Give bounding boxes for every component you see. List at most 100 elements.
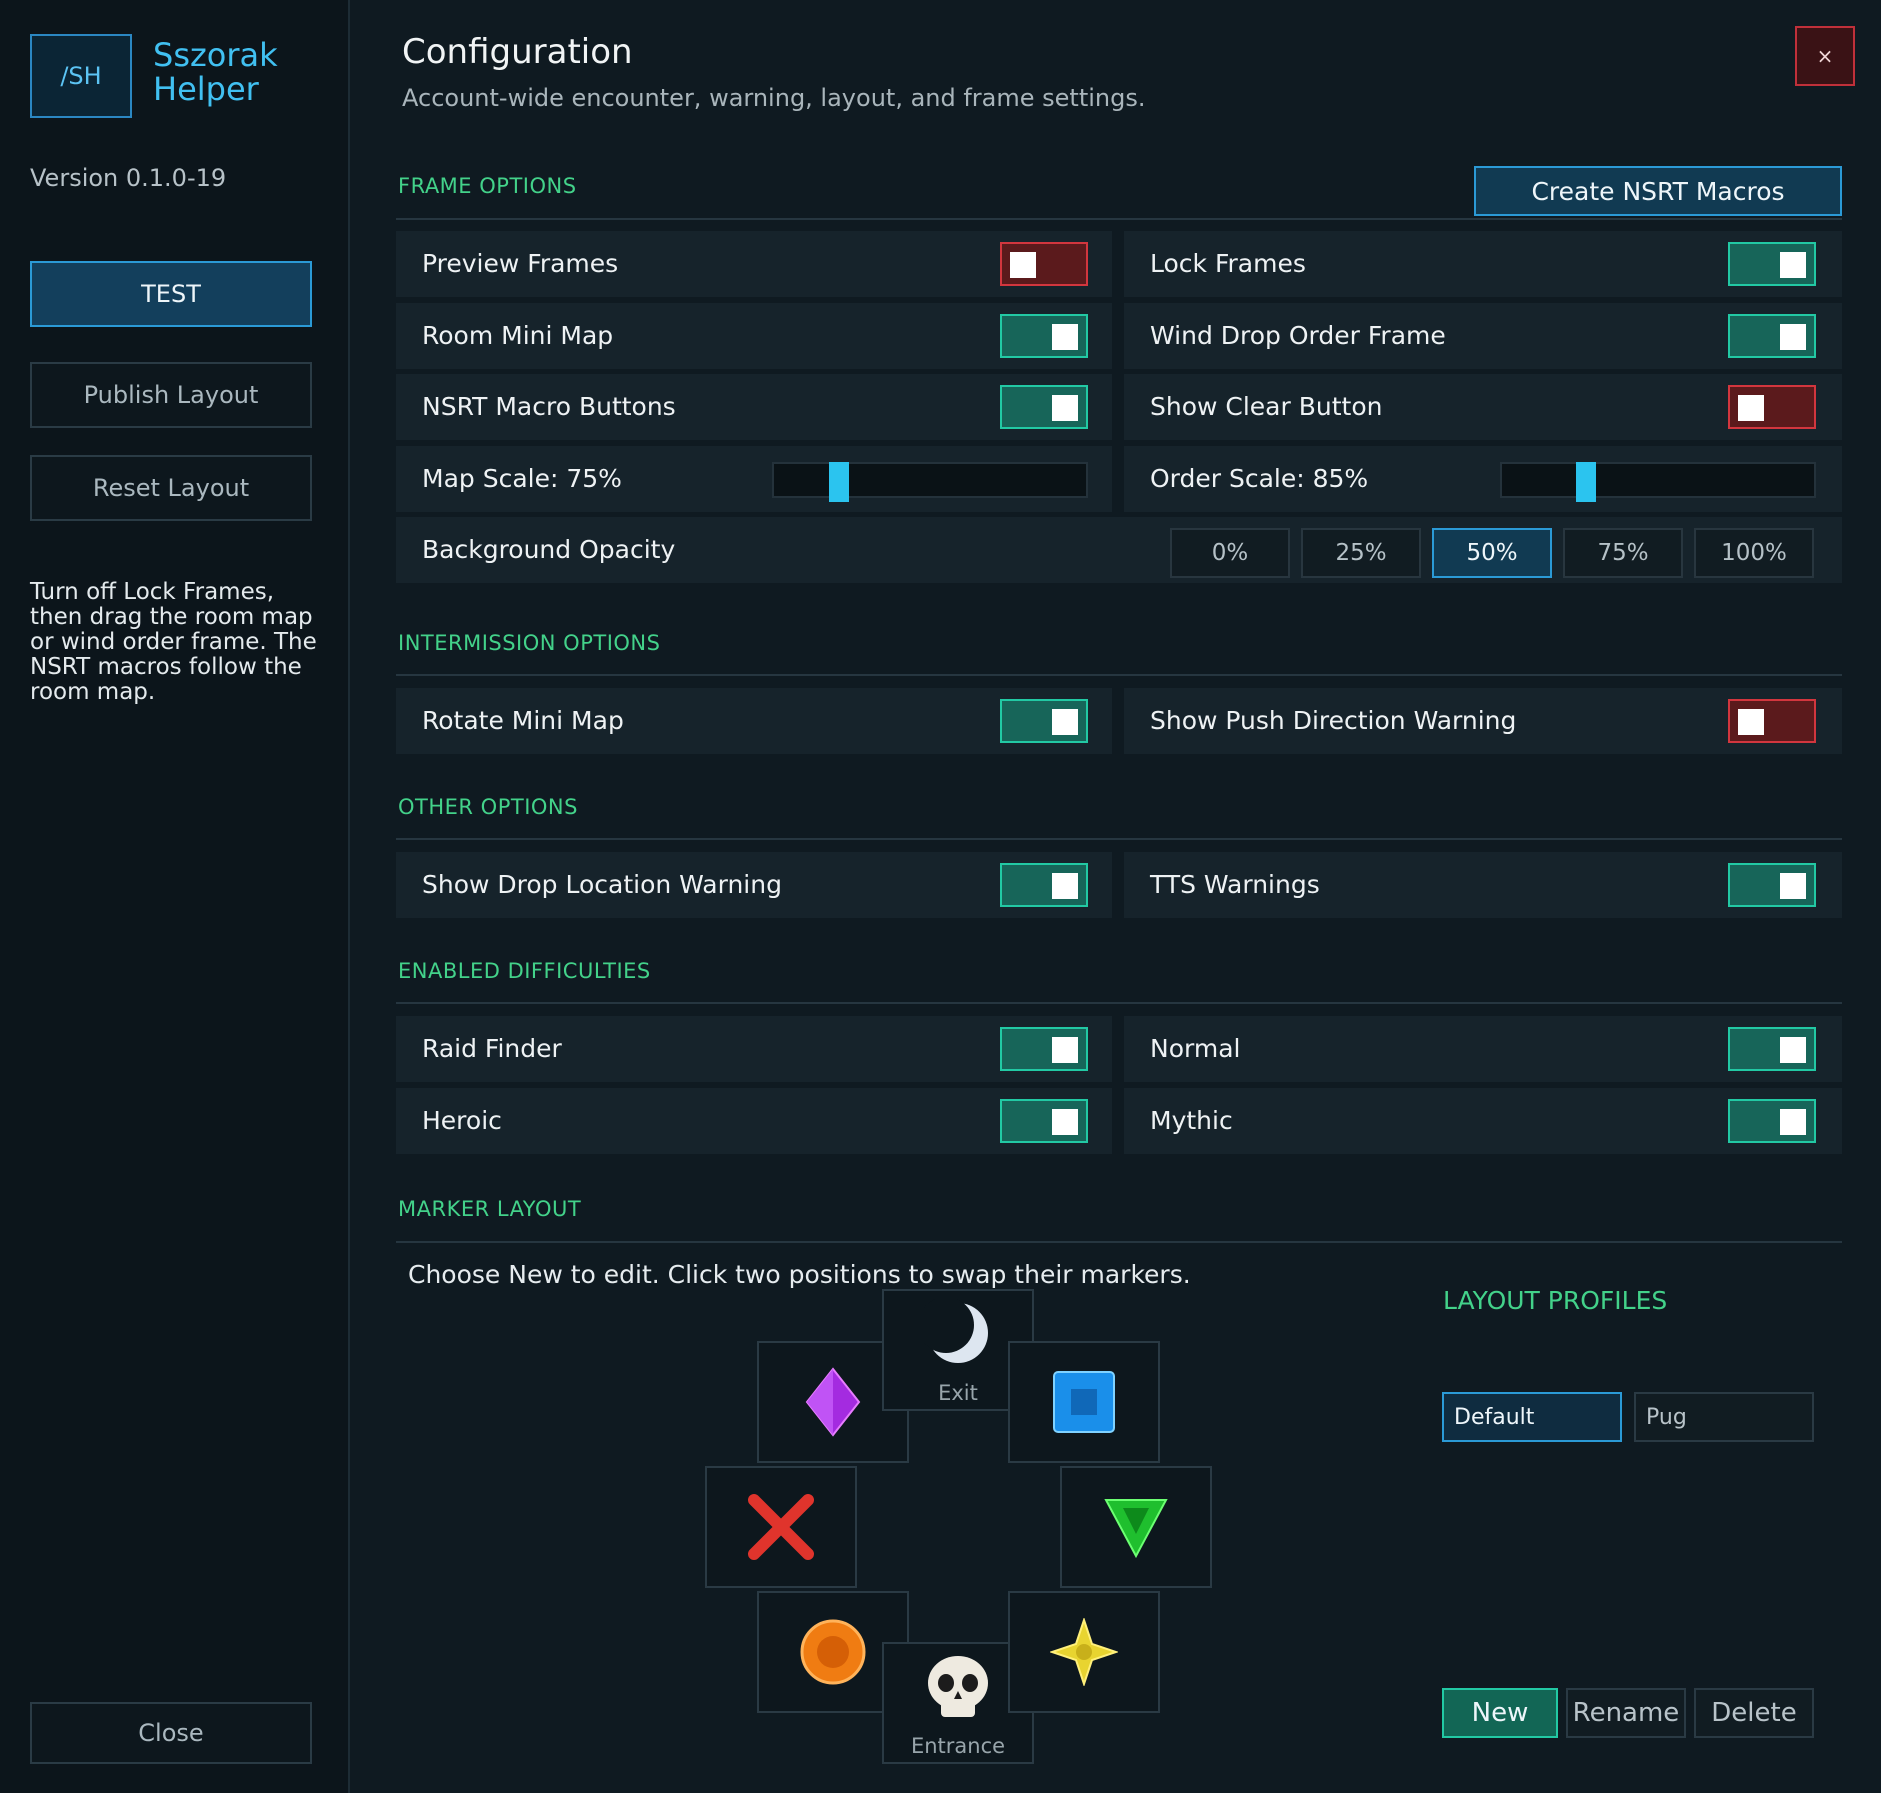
tts-warnings-toggle[interactable] <box>1728 863 1816 907</box>
toggle-knob <box>1052 1037 1078 1063</box>
marker-slot-cross[interactable] <box>705 1466 857 1588</box>
heroic-toggle[interactable] <box>1000 1099 1088 1143</box>
option-preview-frames: Preview Frames <box>396 231 1112 297</box>
marker-slot-star[interactable] <box>1008 1591 1160 1713</box>
option-label: Order Scale: 85% <box>1150 464 1369 493</box>
section-divider <box>396 1241 1842 1243</box>
profile-default[interactable]: Default <box>1442 1392 1622 1442</box>
opacity-option-50[interactable]: 50% <box>1432 528 1552 578</box>
lock-frames-toggle[interactable] <box>1728 242 1816 286</box>
moon-icon <box>924 1299 988 1363</box>
section-intermission-options: INTERMISSION OPTIONS <box>398 631 661 655</box>
option-label: Show Push Direction Warning <box>1150 706 1517 735</box>
toggle-knob <box>1780 324 1806 350</box>
option-lock-frames: Lock Frames <box>1124 231 1842 297</box>
new-profile-button[interactable]: New <box>1442 1688 1558 1738</box>
marker-hint: Choose New to edit. Click two positions … <box>408 1260 1191 1289</box>
rename-profile-button[interactable]: Rename <box>1566 1688 1686 1738</box>
normal-toggle[interactable] <box>1728 1027 1816 1071</box>
drop-location-warning-toggle[interactable] <box>1000 863 1088 907</box>
opacity-option-100[interactable]: 100% <box>1694 528 1814 578</box>
section-divider <box>396 838 1842 840</box>
publish-layout-button[interactable]: Publish Layout <box>30 362 312 428</box>
help-text: Turn off Lock Frames, then drag the room… <box>30 579 317 705</box>
nsrt-macro-buttons-toggle[interactable] <box>1000 385 1088 429</box>
entrance-label: Entrance <box>910 1734 1006 1758</box>
cross-icon <box>748 1494 814 1560</box>
diamond-icon <box>805 1367 861 1437</box>
slider-thumb[interactable] <box>829 462 849 502</box>
option-wind-drop-order: Wind Drop Order Frame <box>1124 303 1842 369</box>
option-label: Rotate Mini Map <box>422 706 624 735</box>
toggle-knob <box>1780 1109 1806 1135</box>
map-scale-slider[interactable] <box>772 462 1088 502</box>
toggle-knob <box>1780 252 1806 278</box>
toggle-knob <box>1052 1109 1078 1135</box>
toggle-knob <box>1780 873 1806 899</box>
profile-pug[interactable]: Pug <box>1634 1392 1814 1442</box>
order-scale-slider[interactable] <box>1500 462 1816 502</box>
version-label: Version 0.1.0-19 <box>30 164 227 192</box>
mythic-toggle[interactable] <box>1728 1099 1816 1143</box>
create-nsrt-macros-button[interactable]: Create NSRT Macros <box>1474 166 1842 216</box>
preview-frames-toggle[interactable] <box>1000 242 1088 286</box>
section-divider <box>396 674 1842 676</box>
option-label: Show Drop Location Warning <box>422 870 782 899</box>
triangle-icon <box>1104 1499 1168 1558</box>
opacity-option-75[interactable]: 75% <box>1563 528 1683 578</box>
section-marker-layout: MARKER LAYOUT <box>398 1197 582 1221</box>
option-push-direction-warning: Show Push Direction Warning <box>1124 688 1842 754</box>
opacity-option-0[interactable]: 0% <box>1170 528 1290 578</box>
option-tts-warnings: TTS Warnings <box>1124 852 1842 918</box>
raid-finder-toggle[interactable] <box>1000 1027 1088 1071</box>
option-label: Background Opacity <box>422 535 676 564</box>
toggle-knob <box>1738 709 1764 735</box>
toggle-knob <box>1738 395 1764 421</box>
section-enabled-difficulties: ENABLED DIFFICULTIES <box>398 959 651 983</box>
logo-text: /SH <box>60 62 102 90</box>
option-rotate-mini-map: Rotate Mini Map <box>396 688 1112 754</box>
option-label: Show Clear Button <box>1150 392 1383 421</box>
option-label: Lock Frames <box>1150 249 1306 278</box>
push-direction-warning-toggle[interactable] <box>1728 699 1816 743</box>
layout-profiles-label: LAYOUT PROFILES <box>1443 1286 1668 1315</box>
option-label: Wind Drop Order Frame <box>1150 321 1446 350</box>
toggle-knob <box>1052 709 1078 735</box>
slider-thumb[interactable] <box>1576 462 1596 502</box>
marker-slot-square[interactable] <box>1008 1341 1160 1463</box>
option-order-scale: Order Scale: 85% <box>1124 446 1842 512</box>
section-other-options: OTHER OPTIONS <box>398 795 578 819</box>
section-divider <box>396 1002 1842 1004</box>
option-label: NSRT Macro Buttons <box>422 392 676 421</box>
toggle-knob <box>1052 395 1078 421</box>
test-button[interactable]: TEST <box>30 261 312 327</box>
toggle-knob <box>1780 1037 1806 1063</box>
skull-icon <box>928 1656 988 1717</box>
toggle-knob <box>1052 324 1078 350</box>
section-divider <box>396 218 1842 220</box>
option-raid-finder: Raid Finder <box>396 1016 1112 1082</box>
rotate-mini-map-toggle[interactable] <box>1000 699 1088 743</box>
room-mini-map-toggle[interactable] <box>1000 314 1088 358</box>
option-show-clear-button: Show Clear Button <box>1124 374 1842 440</box>
marker-slot-triangle[interactable] <box>1060 1466 1212 1588</box>
option-label: Raid Finder <box>422 1034 562 1063</box>
option-drop-location-warning: Show Drop Location Warning <box>396 852 1112 918</box>
option-label: Normal <box>1150 1034 1241 1063</box>
option-label: TTS Warnings <box>1150 870 1320 899</box>
sidebar: /SH Sszorak Helper Version 0.1.0-19 TEST… <box>0 0 350 1793</box>
option-mythic: Mythic <box>1124 1088 1842 1154</box>
wind-drop-order-toggle[interactable] <box>1728 314 1816 358</box>
page-subtitle: Account-wide encounter, warning, layout,… <box>402 84 1146 112</box>
option-label: Heroic <box>422 1106 502 1135</box>
close-icon[interactable]: × <box>1795 26 1855 86</box>
close-button[interactable]: Close <box>30 1702 312 1764</box>
reset-layout-button[interactable]: Reset Layout <box>30 455 312 521</box>
app-title: Sszorak Helper <box>153 36 278 108</box>
delete-profile-button[interactable]: Delete <box>1694 1688 1814 1738</box>
opacity-option-25[interactable]: 25% <box>1301 528 1421 578</box>
section-frame-options: FRAME OPTIONS <box>398 174 577 198</box>
show-clear-button-toggle[interactable] <box>1728 385 1816 429</box>
toggle-knob <box>1052 873 1078 899</box>
circle-icon <box>800 1619 866 1685</box>
